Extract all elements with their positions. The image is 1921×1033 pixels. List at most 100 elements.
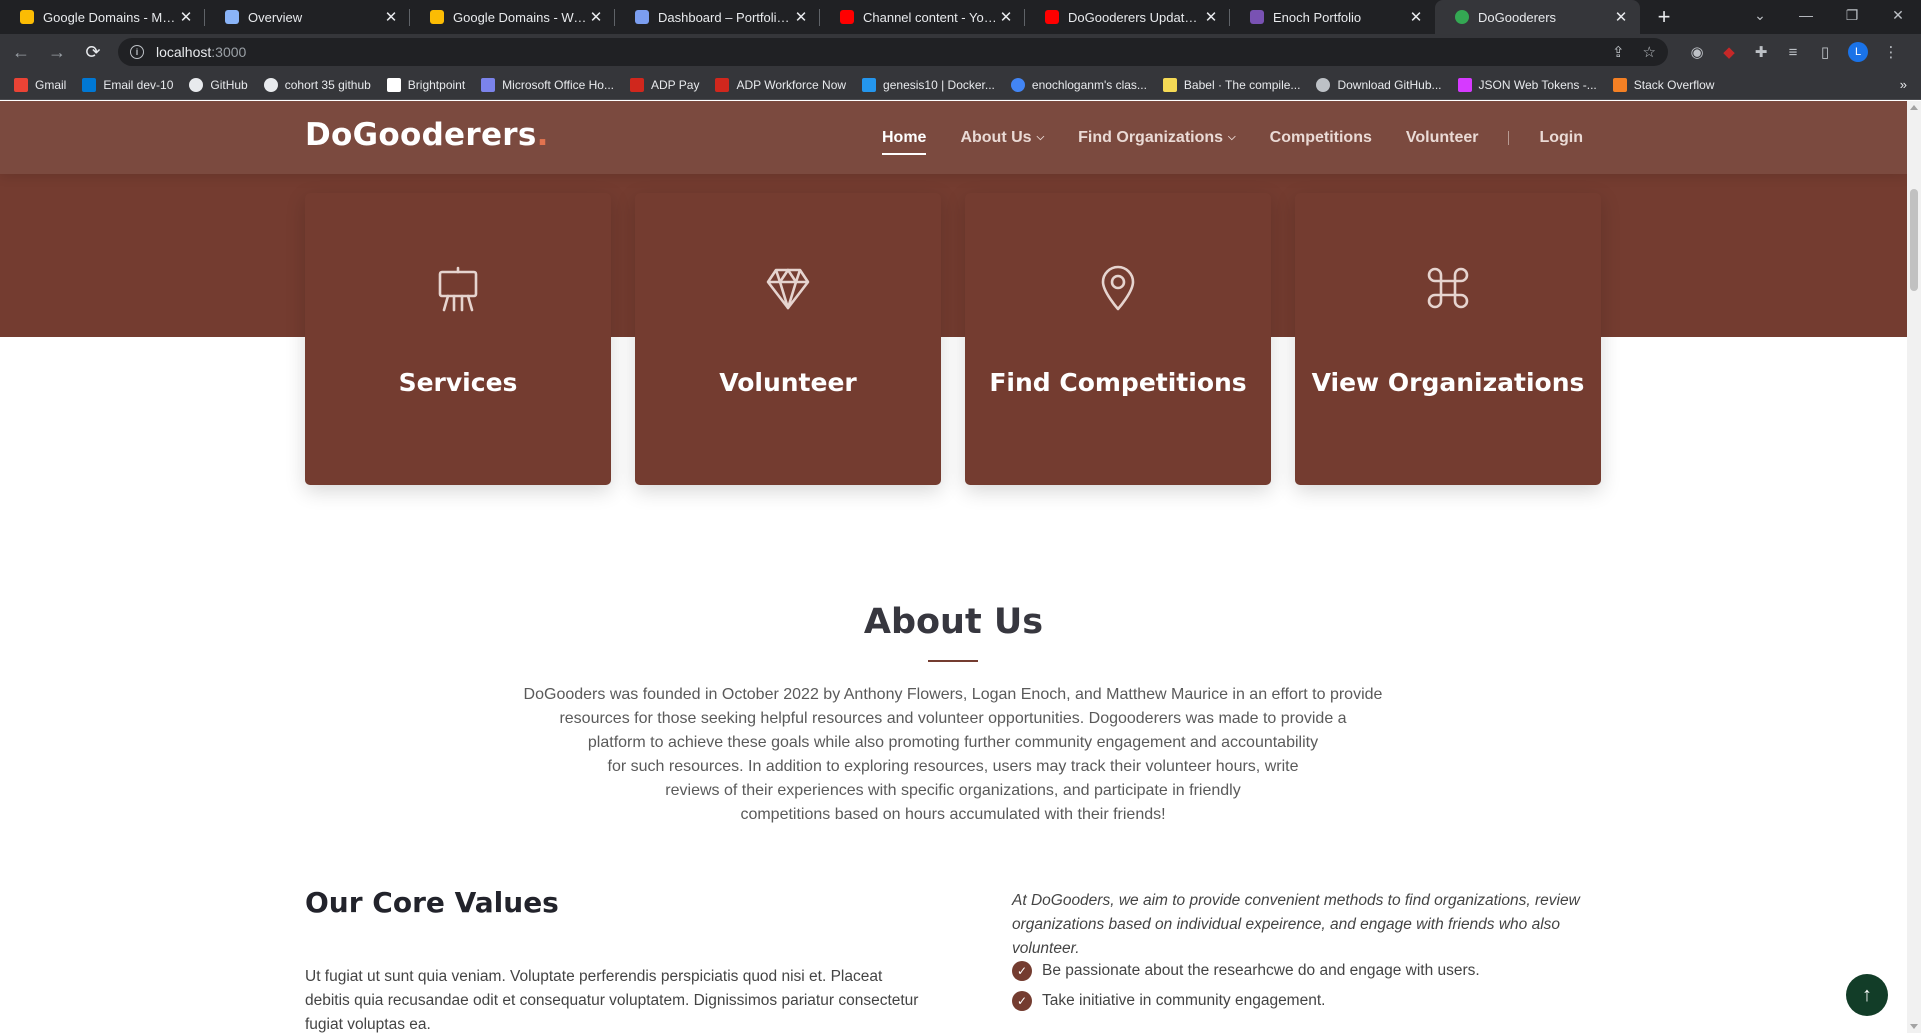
bookmark-label: GitHub	[210, 77, 248, 92]
tab-title: Overview	[248, 9, 303, 25]
minimize-icon[interactable]: —	[1783, 0, 1829, 30]
back-arrow-icon[interactable]: ←	[6, 37, 36, 67]
reading-list-icon[interactable]: ≡	[1784, 43, 1802, 61]
site-logo[interactable]: DoGooderers.	[305, 117, 549, 153]
tab-close-icon[interactable]: ✕	[587, 8, 605, 26]
bookmarks-bar: Gmail Email dev-10 GitHub cohort 35 gith…	[0, 70, 1921, 100]
restore-icon[interactable]: ❐	[1829, 0, 1875, 30]
feature-card-find-competitions[interactable]: Find Competitions	[965, 193, 1271, 485]
about-line: DoGooders was founded in October 2022 by…	[523, 686, 1383, 703]
back-to-top-button[interactable]: ↑	[1846, 974, 1888, 1016]
bookmark-label: Babel · The compile...	[1183, 77, 1301, 92]
feature-card-volunteer[interactable]: Volunteer	[635, 193, 941, 485]
core-text-line: fugiat voluptas ea.	[305, 1016, 431, 1033]
browser-tab[interactable]: Enoch Portfolio ✕	[1230, 0, 1435, 34]
page-scrollbar[interactable]	[1907, 101, 1921, 1033]
extension-icon[interactable]: ◉	[1688, 43, 1706, 61]
share-icon[interactable]: ⇪	[1612, 43, 1625, 61]
bookmark-item[interactable]: GitHub	[189, 77, 248, 92]
profile-avatar[interactable]: L	[1848, 42, 1868, 62]
tab-close-icon[interactable]: ✕	[792, 8, 810, 26]
search-icon	[1010, 77, 1025, 92]
core-values-checklist: ✓ Be passionate about the researhcwe do a…	[1012, 961, 1480, 1021]
bookmark-item[interactable]: Download GitHub...	[1316, 77, 1442, 92]
address-bar[interactable]: i localhost:3000 ⇪ ☆	[118, 38, 1668, 66]
main-nav: Home About Us ⌵ Find Organizations ⌵ Compe…	[882, 101, 1617, 174]
browser-tab-active[interactable]: DoGooderers ✕	[1435, 0, 1640, 34]
new-tab-button[interactable]: +	[1648, 0, 1680, 34]
puzzle-icon[interactable]: ✚	[1752, 43, 1770, 61]
scroll-up-icon[interactable]	[1910, 105, 1918, 110]
extensions-area: ◉ ◆ ✚ ≡ ▯ L ⋮	[1688, 42, 1900, 62]
tab-search-icon[interactable]: ⌄	[1737, 0, 1783, 30]
bookmark-label: enochloganm's clas...	[1031, 77, 1147, 92]
nav-volunteer[interactable]: Volunteer	[1406, 129, 1479, 147]
feature-card-view-organizations[interactable]: View Organizations	[1295, 193, 1601, 485]
tab-close-icon[interactable]: ✕	[382, 8, 400, 26]
bookmark-item[interactable]: JSON Web Tokens -...	[1457, 77, 1597, 92]
nav-home[interactable]: Home	[882, 129, 927, 155]
about-line: for such resources. In addition to explo…	[607, 758, 1299, 775]
feature-cards: Services Volunteer Find Competitions Vie…	[305, 193, 1601, 485]
nav-find-organizations[interactable]: Find Organizations ⌵	[1078, 129, 1235, 147]
bookmark-item[interactable]: Stack Overflow	[1612, 77, 1714, 92]
forward-arrow-icon[interactable]: →	[42, 37, 72, 67]
bookmark-item[interactable]: Email dev-10	[82, 77, 173, 92]
bookmark-item[interactable]: ADP Workforce Now	[715, 77, 846, 92]
bookmarks-overflow-icon[interactable]: »	[1900, 77, 1907, 92]
core-values-text: Ut fugiat ut sunt quia veniam. Voluptate…	[305, 965, 945, 1033]
bookmark-item[interactable]: Babel · The compile...	[1162, 77, 1301, 92]
browser-tab[interactable]: Dashboard – Portfolio – Go ✕	[615, 0, 820, 34]
bookmark-item[interactable]: Gmail	[14, 77, 66, 92]
dogooderers-favicon-icon	[1455, 10, 1469, 24]
feature-title: View Organizations	[1311, 368, 1585, 397]
browser-tab[interactable]: Google Domains - My don ✕	[0, 0, 205, 34]
tab-close-icon[interactable]: ✕	[997, 8, 1015, 26]
bookmark-item[interactable]: genesis10 | Docker...	[862, 77, 995, 92]
bookmark-item[interactable]: enochloganm's clas...	[1010, 77, 1147, 92]
bookmark-item[interactable]: Brightpoint	[386, 77, 465, 92]
tab-close-icon[interactable]: ✕	[1407, 8, 1425, 26]
bookmark-item[interactable]: cohort 35 github	[263, 77, 371, 92]
outlook-icon	[82, 77, 97, 92]
site-header: DoGooderers. Home About Us ⌵ Find Organiz…	[0, 101, 1907, 174]
stack-overflow-icon	[1612, 77, 1627, 92]
babel-icon	[1162, 77, 1177, 92]
tab-title: Enoch Portfolio	[1273, 9, 1362, 25]
nav-competitions[interactable]: Competitions	[1270, 129, 1372, 147]
browser-tab[interactable]: Google Domains - Website ✕	[410, 0, 615, 34]
tab-close-icon[interactable]: ✕	[1612, 8, 1630, 26]
scrollbar-thumb[interactable]	[1910, 189, 1918, 291]
browser-tab[interactable]: DoGooderers Updated - Yo ✕	[1025, 0, 1230, 34]
docker-icon	[862, 77, 877, 92]
youtube-favicon-icon	[1045, 10, 1059, 24]
window-controls: ⌄ — ❐ ✕	[1737, 0, 1921, 34]
bookmark-label: Download GitHub...	[1337, 77, 1442, 92]
bookmark-item[interactable]: Microsoft Office Ho...	[481, 77, 614, 92]
tab-title: DoGooderers Updated - Yo	[1068, 9, 1202, 25]
feature-card-services[interactable]: Services	[305, 193, 611, 485]
tab-close-icon[interactable]: ✕	[177, 8, 195, 26]
feature-title: Find Competitions	[989, 368, 1247, 397]
bookmark-item[interactable]: ADP Pay	[629, 77, 699, 92]
browser-tab[interactable]: Channel content - YouTube ✕	[820, 0, 1025, 34]
ublock-extension-icon[interactable]: ◆	[1720, 43, 1738, 61]
kebab-menu-icon[interactable]: ⋮	[1882, 43, 1900, 61]
nav-login[interactable]: Login	[1539, 129, 1583, 147]
feature-title: Volunteer	[719, 368, 857, 397]
side-panel-icon[interactable]: ▯	[1816, 43, 1834, 61]
close-window-icon[interactable]: ✕	[1875, 0, 1921, 30]
tab-title: Dashboard – Portfolio – Go	[658, 9, 792, 25]
tab-close-icon[interactable]: ✕	[1202, 8, 1220, 26]
scroll-down-icon[interactable]	[1910, 1024, 1918, 1029]
site-info-icon[interactable]: i	[130, 45, 144, 59]
nav-divider	[1508, 130, 1510, 145]
browser-tab[interactable]: Overview ✕	[205, 0, 410, 34]
bookmark-star-icon[interactable]: ☆	[1643, 43, 1656, 61]
dashboard-favicon-icon	[635, 10, 649, 24]
core-intro-line: organizations based on individual expeir…	[1012, 916, 1561, 933]
nav-about-us[interactable]: About Us ⌵	[960, 129, 1044, 147]
core-values-intro: At DoGooders, we aim to provide convenie…	[1012, 889, 1612, 961]
gmail-icon	[14, 77, 28, 92]
reload-icon[interactable]: ⟳	[78, 37, 108, 67]
